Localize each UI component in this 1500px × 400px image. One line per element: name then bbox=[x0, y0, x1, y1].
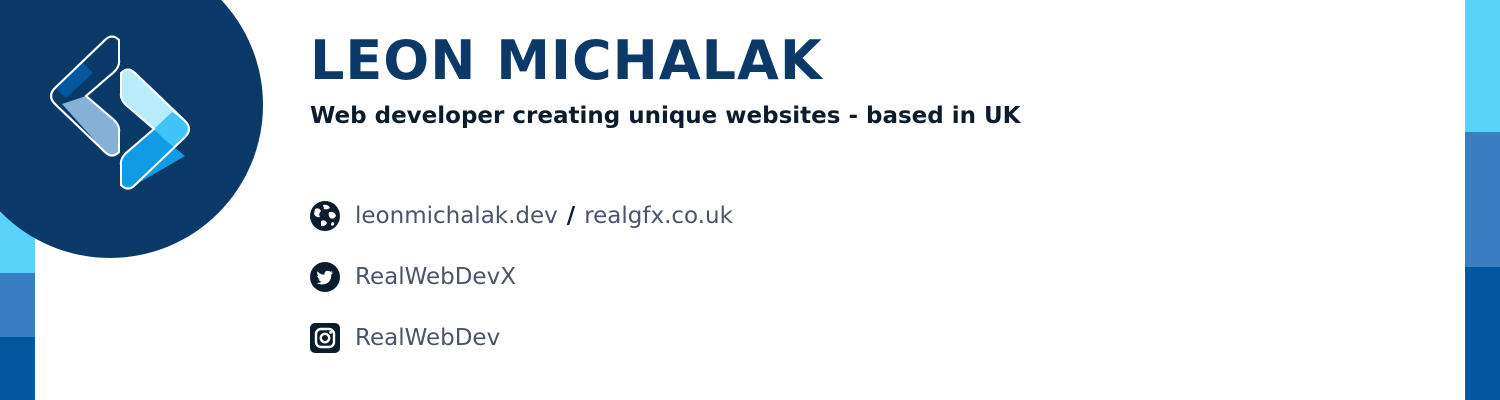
profile-banner: LEON MICHALAK Web developer creating uni… bbox=[0, 0, 1500, 400]
website-link-primary[interactable]: leonmichalak.dev bbox=[355, 201, 558, 231]
instagram-camera-icon bbox=[310, 323, 340, 353]
chevron-brackets-logo-icon bbox=[50, 35, 190, 190]
instagram-row: RealWebDev bbox=[309, 321, 500, 355]
stripe-segment-mid bbox=[0, 273, 35, 337]
globe-icon bbox=[310, 201, 340, 231]
instagram-handle-link[interactable]: RealWebDev bbox=[355, 323, 500, 353]
stripe-segment-mid bbox=[1465, 132, 1500, 267]
twitter-handle-link[interactable]: RealWebDevX bbox=[355, 262, 516, 292]
right-accent-stripe bbox=[1465, 0, 1500, 400]
profile-tagline: Web developer creating unique websites -… bbox=[310, 103, 1021, 129]
profile-name: LEON MICHALAK bbox=[310, 29, 823, 92]
stripe-segment-light bbox=[1465, 0, 1500, 132]
stripe-segment-dark bbox=[0, 337, 35, 400]
twitter-bird-icon bbox=[310, 262, 340, 292]
website-row: leonmichalak.dev / realgfx.co.uk bbox=[309, 199, 733, 233]
website-separator: / bbox=[566, 203, 576, 229]
stripe-segment-dark bbox=[1465, 267, 1500, 400]
website-link-secondary[interactable]: realgfx.co.uk bbox=[584, 201, 733, 231]
twitter-row: RealWebDevX bbox=[309, 260, 516, 294]
